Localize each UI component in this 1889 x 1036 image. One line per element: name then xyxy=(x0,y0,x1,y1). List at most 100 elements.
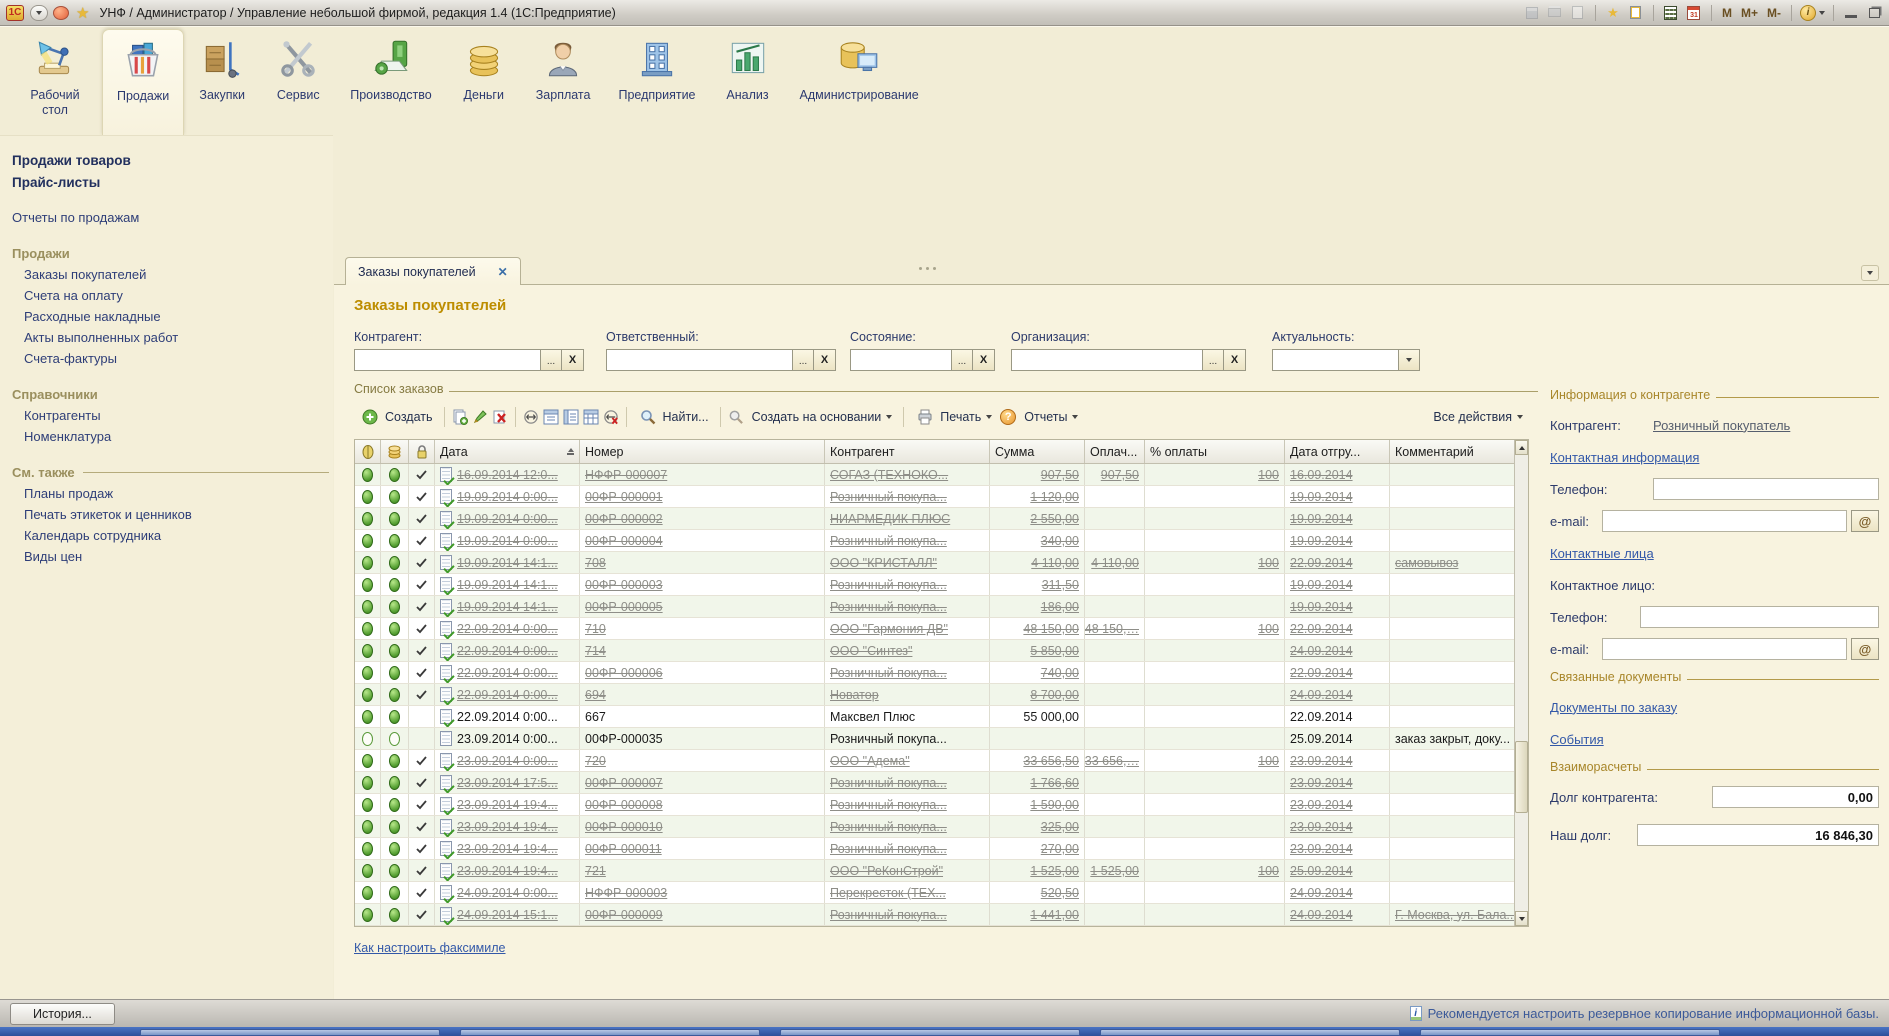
contact-info-link[interactable]: Контактная информация xyxy=(1550,450,1699,465)
phone-field[interactable] xyxy=(1653,478,1879,500)
filter-input[interactable] xyxy=(354,349,540,371)
favorites-star-icon[interactable]: ★ xyxy=(76,4,89,22)
ribbon-tab-enterprise[interactable]: Предприятие xyxy=(604,29,709,135)
sidebar-item[interactable]: Заказы покупателей xyxy=(12,264,333,285)
status-message[interactable]: i Рекомендуется настроить резервное копи… xyxy=(1410,1006,1879,1021)
memory-m-minus-button[interactable]: M- xyxy=(1765,6,1783,20)
column-header[interactable]: Номер xyxy=(580,440,825,463)
table-row[interactable]: 19.09.2014 14:1...00ФР-000003Розничный п… xyxy=(355,574,1516,596)
record-icon[interactable] xyxy=(53,6,69,20)
send-contact-email-icon[interactable]: @ xyxy=(1851,638,1879,660)
sidebar-item[interactable]: Виды цен xyxy=(12,546,333,567)
app-logo-icon[interactable]: 1С xyxy=(6,5,24,21)
contact-email-field[interactable] xyxy=(1602,638,1847,660)
table-row[interactable]: 23.09.2014 17:5...00ФР-000007Розничный п… xyxy=(355,772,1516,794)
set-interval-icon[interactable] xyxy=(521,408,541,426)
contact-persons-link[interactable]: Контактные лица xyxy=(1550,546,1654,561)
send-email-icon[interactable]: @ xyxy=(1851,510,1879,532)
column-header[interactable]: Сумма xyxy=(990,440,1085,463)
table-row[interactable]: 19.09.2014 0:00...00ФР-000001Розничный п… xyxy=(355,486,1516,508)
calendar-icon[interactable]: 31 xyxy=(1685,5,1703,21)
column-header[interactable]: Дата xyxy=(435,440,580,463)
filter-select-icon[interactable]: ... xyxy=(792,349,814,371)
contact-phone-field[interactable] xyxy=(1640,606,1879,628)
tab-close-icon[interactable]: ✕ xyxy=(498,265,508,279)
add-favorite-icon[interactable]: ★ xyxy=(1604,5,1622,21)
table-row[interactable]: 23.09.2014 19:4...00ФР-000011Розничный п… xyxy=(355,838,1516,860)
sidebar-item[interactable]: Отчеты по продажам xyxy=(12,207,333,228)
print-button[interactable]: Печать xyxy=(909,405,998,429)
hierarchy-view-icon[interactable] xyxy=(541,408,561,426)
sidebar-item[interactable]: Номенклатура xyxy=(12,426,333,447)
sidebar-item[interactable]: Продажи товаров xyxy=(12,150,333,172)
column-header-lock-icon[interactable] xyxy=(409,440,435,463)
table-row[interactable]: 19.09.2014 0:00...00ФР-000002НИАРМЕДИК П… xyxy=(355,508,1516,530)
help-icon[interactable]: ? xyxy=(998,408,1018,426)
taskbar-button[interactable] xyxy=(1420,1029,1720,1036)
table-row[interactable]: 19.09.2014 14:1...708ООО "КРИСТАЛЛ"4 110… xyxy=(355,552,1516,574)
ribbon-tab-analysis[interactable]: Анализ xyxy=(710,29,786,135)
ribbon-tab-desktop[interactable]: Рабочий стол xyxy=(8,29,102,135)
create-button[interactable]: Создать xyxy=(354,405,439,429)
filter-select-icon[interactable]: ... xyxy=(951,349,973,371)
table-row[interactable]: 22.09.2014 0:00...667Максвел Плюс55 000,… xyxy=(355,706,1516,728)
ribbon-tab-administration[interactable]: Администрирование xyxy=(786,29,933,135)
filter-clear-icon[interactable]: X xyxy=(973,349,995,371)
maximize-button[interactable] xyxy=(1865,5,1883,21)
filter-dropdown-icon[interactable] xyxy=(1398,349,1420,371)
info-menu-icon[interactable]: i xyxy=(1800,5,1816,21)
create-based-on-button[interactable]: Создать на основании xyxy=(746,407,899,427)
sidebar-item[interactable]: Счета на оплату xyxy=(12,285,333,306)
ribbon-tab-production[interactable]: Производство xyxy=(336,29,446,135)
table-row[interactable]: 19.09.2014 0:00...00ФР-000004Розничный п… xyxy=(355,530,1516,552)
memory-m-button[interactable]: M xyxy=(1720,6,1734,20)
table-row[interactable]: 22.09.2014 0:00...694Новатор8 700,0024.0… xyxy=(355,684,1516,706)
table-row[interactable]: 19.09.2014 14:1...00ФР-000005Розничный п… xyxy=(355,596,1516,618)
table-row[interactable]: 24.09.2014 15:1...00ФР-000009Розничный п… xyxy=(355,904,1516,926)
table-row[interactable]: 23.09.2014 19:4...721ООО "РеКонСтрой"1 5… xyxy=(355,860,1516,882)
tab-list-button[interactable] xyxy=(1861,265,1879,281)
column-header[interactable]: Комментарий xyxy=(1390,440,1516,463)
sidebar-item[interactable]: Акты выполненных работ xyxy=(12,327,333,348)
ribbon-tab-salary[interactable]: Зарплата xyxy=(522,29,605,135)
column-header[interactable]: % оплаты xyxy=(1145,440,1285,463)
table-row[interactable]: 22.09.2014 0:00...714ООО "Синтез"5 850,0… xyxy=(355,640,1516,662)
filter-input[interactable] xyxy=(850,349,951,371)
list-view-icon[interactable] xyxy=(561,408,581,426)
table-row[interactable]: 22.09.2014 0:00...710ООО "Гармония ДВ"48… xyxy=(355,618,1516,640)
contragent-value-link[interactable]: Розничный покупатель xyxy=(1653,418,1790,433)
table-scrollbar[interactable] xyxy=(1514,440,1528,926)
sidebar-item[interactable]: Счета-фактуры xyxy=(12,348,333,369)
column-header-payment-icon[interactable] xyxy=(381,440,409,463)
filter-clear-icon[interactable]: X xyxy=(562,349,584,371)
table-row[interactable]: 23.09.2014 19:4...00ФР-000010Розничный п… xyxy=(355,816,1516,838)
filter-select-icon[interactable]: ... xyxy=(540,349,562,371)
table-view-icon[interactable] xyxy=(581,408,601,426)
delete-icon[interactable] xyxy=(490,408,510,426)
show-favorites-icon[interactable] xyxy=(1627,5,1645,21)
system-menu-icon[interactable] xyxy=(30,5,48,21)
sidebar-item[interactable]: Контрагенты xyxy=(12,405,333,426)
sidebar-item[interactable]: Печать этикеток и ценников xyxy=(12,504,333,525)
memory-m-plus-button[interactable]: M+ xyxy=(1739,6,1760,20)
events-link[interactable]: События xyxy=(1550,732,1604,747)
reports-button[interactable]: Отчеты xyxy=(1018,407,1084,427)
calculator-icon[interactable] xyxy=(1662,5,1680,21)
tab-customer-orders[interactable]: Заказы покупателей ✕ xyxy=(345,257,521,286)
taskbar-button[interactable] xyxy=(140,1029,440,1036)
filter-clear-icon[interactable]: X xyxy=(814,349,836,371)
sidebar-item[interactable]: Прайс-листы xyxy=(12,172,333,194)
filter-select-icon[interactable]: ... xyxy=(1202,349,1224,371)
taskbar-button[interactable] xyxy=(780,1029,1080,1036)
edit-pencil-icon[interactable] xyxy=(470,408,490,426)
find-button[interactable]: Найти... xyxy=(632,405,715,429)
taskbar-button[interactable] xyxy=(1100,1029,1400,1036)
table-row[interactable]: 23.09.2014 19:4...00ФР-000008Розничный п… xyxy=(355,794,1516,816)
table-row[interactable]: 24.09.2014 0:00...НФФР-000003Перекресток… xyxy=(355,882,1516,904)
form-splitter-handle[interactable] xyxy=(919,267,922,270)
fax-setup-link[interactable]: Как настроить факсимиле xyxy=(354,941,506,955)
scroll-thumb[interactable] xyxy=(1515,741,1528,813)
column-header-state-icon[interactable] xyxy=(355,440,381,463)
info-menu-caret-icon[interactable] xyxy=(1819,11,1825,15)
filter-input[interactable] xyxy=(1272,349,1398,371)
